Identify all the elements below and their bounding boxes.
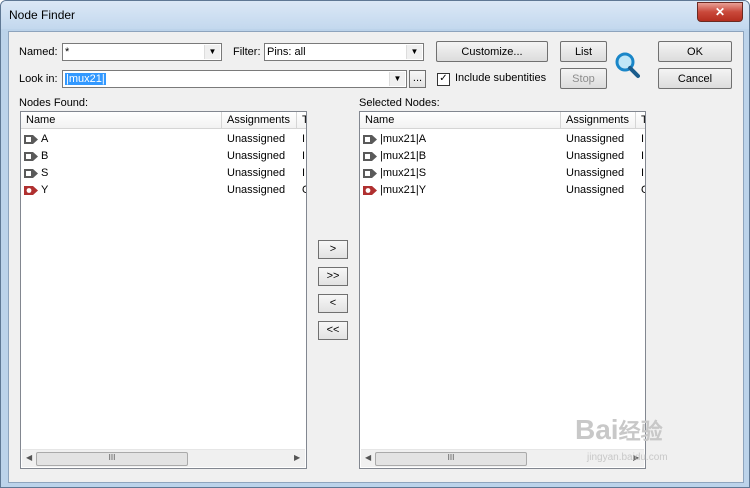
- named-combobox[interactable]: * ▼: [62, 43, 222, 61]
- node-assignment: Unassigned: [227, 167, 286, 179]
- chevron-down-icon[interactable]: ▼: [204, 45, 220, 59]
- input-pin-icon: [363, 135, 377, 144]
- include-subentities-checkbox[interactable]: ✓: [437, 73, 450, 86]
- scroll-left-icon[interactable]: ◀: [26, 453, 32, 462]
- input-pin-icon: [24, 152, 38, 161]
- filter-combobox[interactable]: Pins: all ▼: [264, 43, 424, 61]
- node-name: |mux21|B: [380, 150, 427, 162]
- node-assignment: Unassigned: [566, 133, 625, 145]
- output-pin-icon: [363, 186, 377, 195]
- input-pin-icon: [24, 135, 38, 144]
- named-label: Named:: [19, 46, 58, 58]
- column-header-assignments[interactable]: Assignments: [561, 112, 636, 129]
- window-title: Node Finder: [9, 8, 76, 22]
- list-item[interactable]: Y Unassigned O: [21, 182, 306, 199]
- node-assignment: Unassigned: [227, 184, 286, 196]
- input-pin-icon: [363, 169, 377, 178]
- node-assignment: Unassigned: [566, 150, 625, 162]
- list-item[interactable]: |mux21|B Unassigned I: [360, 148, 645, 165]
- nodes-found-label: Nodes Found:: [19, 97, 89, 109]
- watermark-logo: Bai经验: [575, 414, 663, 445]
- scroll-right-icon[interactable]: ▶: [294, 453, 300, 462]
- node-name: |mux21|Y: [380, 184, 427, 196]
- nodes-found-list[interactable]: Name Assignments T A Unassigned I B Unas…: [20, 111, 307, 469]
- node-type: I: [641, 167, 645, 179]
- node-assignment: Unassigned: [566, 184, 625, 196]
- list-item[interactable]: S Unassigned I: [21, 165, 306, 182]
- look-in-value: |mux21|: [65, 73, 106, 85]
- column-header-name[interactable]: Name: [360, 112, 561, 129]
- node-type: I: [302, 150, 306, 162]
- list-item[interactable]: |mux21|A Unassigned I: [360, 131, 645, 148]
- add-all-button[interactable]: >>: [318, 267, 348, 286]
- look-in-combobox[interactable]: |mux21| ▼: [62, 70, 407, 88]
- list-button[interactable]: List: [560, 41, 607, 62]
- output-pin-icon: [24, 186, 38, 195]
- column-header-type[interactable]: T: [297, 112, 306, 129]
- horizontal-scrollbar[interactable]: ◀ III ▶: [22, 449, 305, 467]
- stop-button[interactable]: Stop: [560, 68, 607, 89]
- scrollbar-thumb[interactable]: III: [36, 452, 188, 466]
- scroll-left-icon[interactable]: ◀: [365, 453, 371, 462]
- title-bar: Node Finder ✕: [1, 1, 749, 29]
- node-name: |mux21|S: [380, 167, 427, 179]
- close-button[interactable]: ✕: [697, 2, 743, 22]
- ok-button[interactable]: OK: [658, 41, 732, 62]
- node-type: I: [302, 167, 306, 179]
- node-type: I: [302, 133, 306, 145]
- chevron-down-icon[interactable]: ▼: [389, 72, 405, 86]
- node-assignment: Unassigned: [566, 167, 625, 179]
- node-name: B: [41, 150, 49, 162]
- list-item[interactable]: |mux21|S Unassigned I: [360, 165, 645, 182]
- node-finder-dialog: Node Finder ✕ Named: * ▼ Filter: Pins: a…: [0, 0, 750, 488]
- magnifier-icon: [615, 52, 640, 78]
- column-header-assignments[interactable]: Assignments: [222, 112, 297, 129]
- node-name: S: [41, 167, 49, 179]
- cancel-button[interactable]: Cancel: [658, 68, 732, 89]
- scrollbar-thumb[interactable]: III: [375, 452, 527, 466]
- column-header-name[interactable]: Name: [21, 112, 222, 129]
- node-assignment: Unassigned: [227, 150, 286, 162]
- chevron-down-icon[interactable]: ▼: [406, 45, 422, 59]
- customize-button[interactable]: Customize...: [436, 41, 548, 62]
- selected-nodes-label: Selected Nodes:: [359, 97, 440, 109]
- node-name: A: [41, 133, 49, 145]
- node-type: I: [641, 133, 645, 145]
- node-assignment: Unassigned: [227, 133, 286, 145]
- look-in-label: Look in:: [19, 73, 58, 85]
- named-value: *: [65, 46, 70, 58]
- column-header-type[interactable]: T: [636, 112, 645, 129]
- input-pin-icon: [363, 152, 377, 161]
- node-type: O: [302, 182, 306, 199]
- list-item[interactable]: |mux21|Y Unassigned O: [360, 182, 645, 199]
- node-name: Y: [41, 184, 49, 196]
- watermark-url: jingyan.baidu.com: [587, 452, 668, 463]
- remove-selected-button[interactable]: <: [318, 294, 348, 313]
- node-type: I: [641, 150, 645, 162]
- list-item[interactable]: A Unassigned I: [21, 131, 306, 148]
- input-pin-icon: [24, 169, 38, 178]
- browse-button[interactable]: ...: [409, 70, 426, 88]
- list-item[interactable]: B Unassigned I: [21, 148, 306, 165]
- node-type: O: [641, 182, 645, 199]
- include-subentities-label: Include subentities: [455, 72, 547, 84]
- node-name: |mux21|A: [380, 133, 427, 145]
- dialog-body: Named: * ▼ Filter: Pins: all ▼ Look in: …: [8, 31, 744, 483]
- add-selected-button[interactable]: >: [318, 240, 348, 259]
- filter-value: Pins: all: [267, 46, 306, 58]
- remove-all-button[interactable]: <<: [318, 321, 348, 340]
- filter-label: Filter:: [233, 46, 261, 58]
